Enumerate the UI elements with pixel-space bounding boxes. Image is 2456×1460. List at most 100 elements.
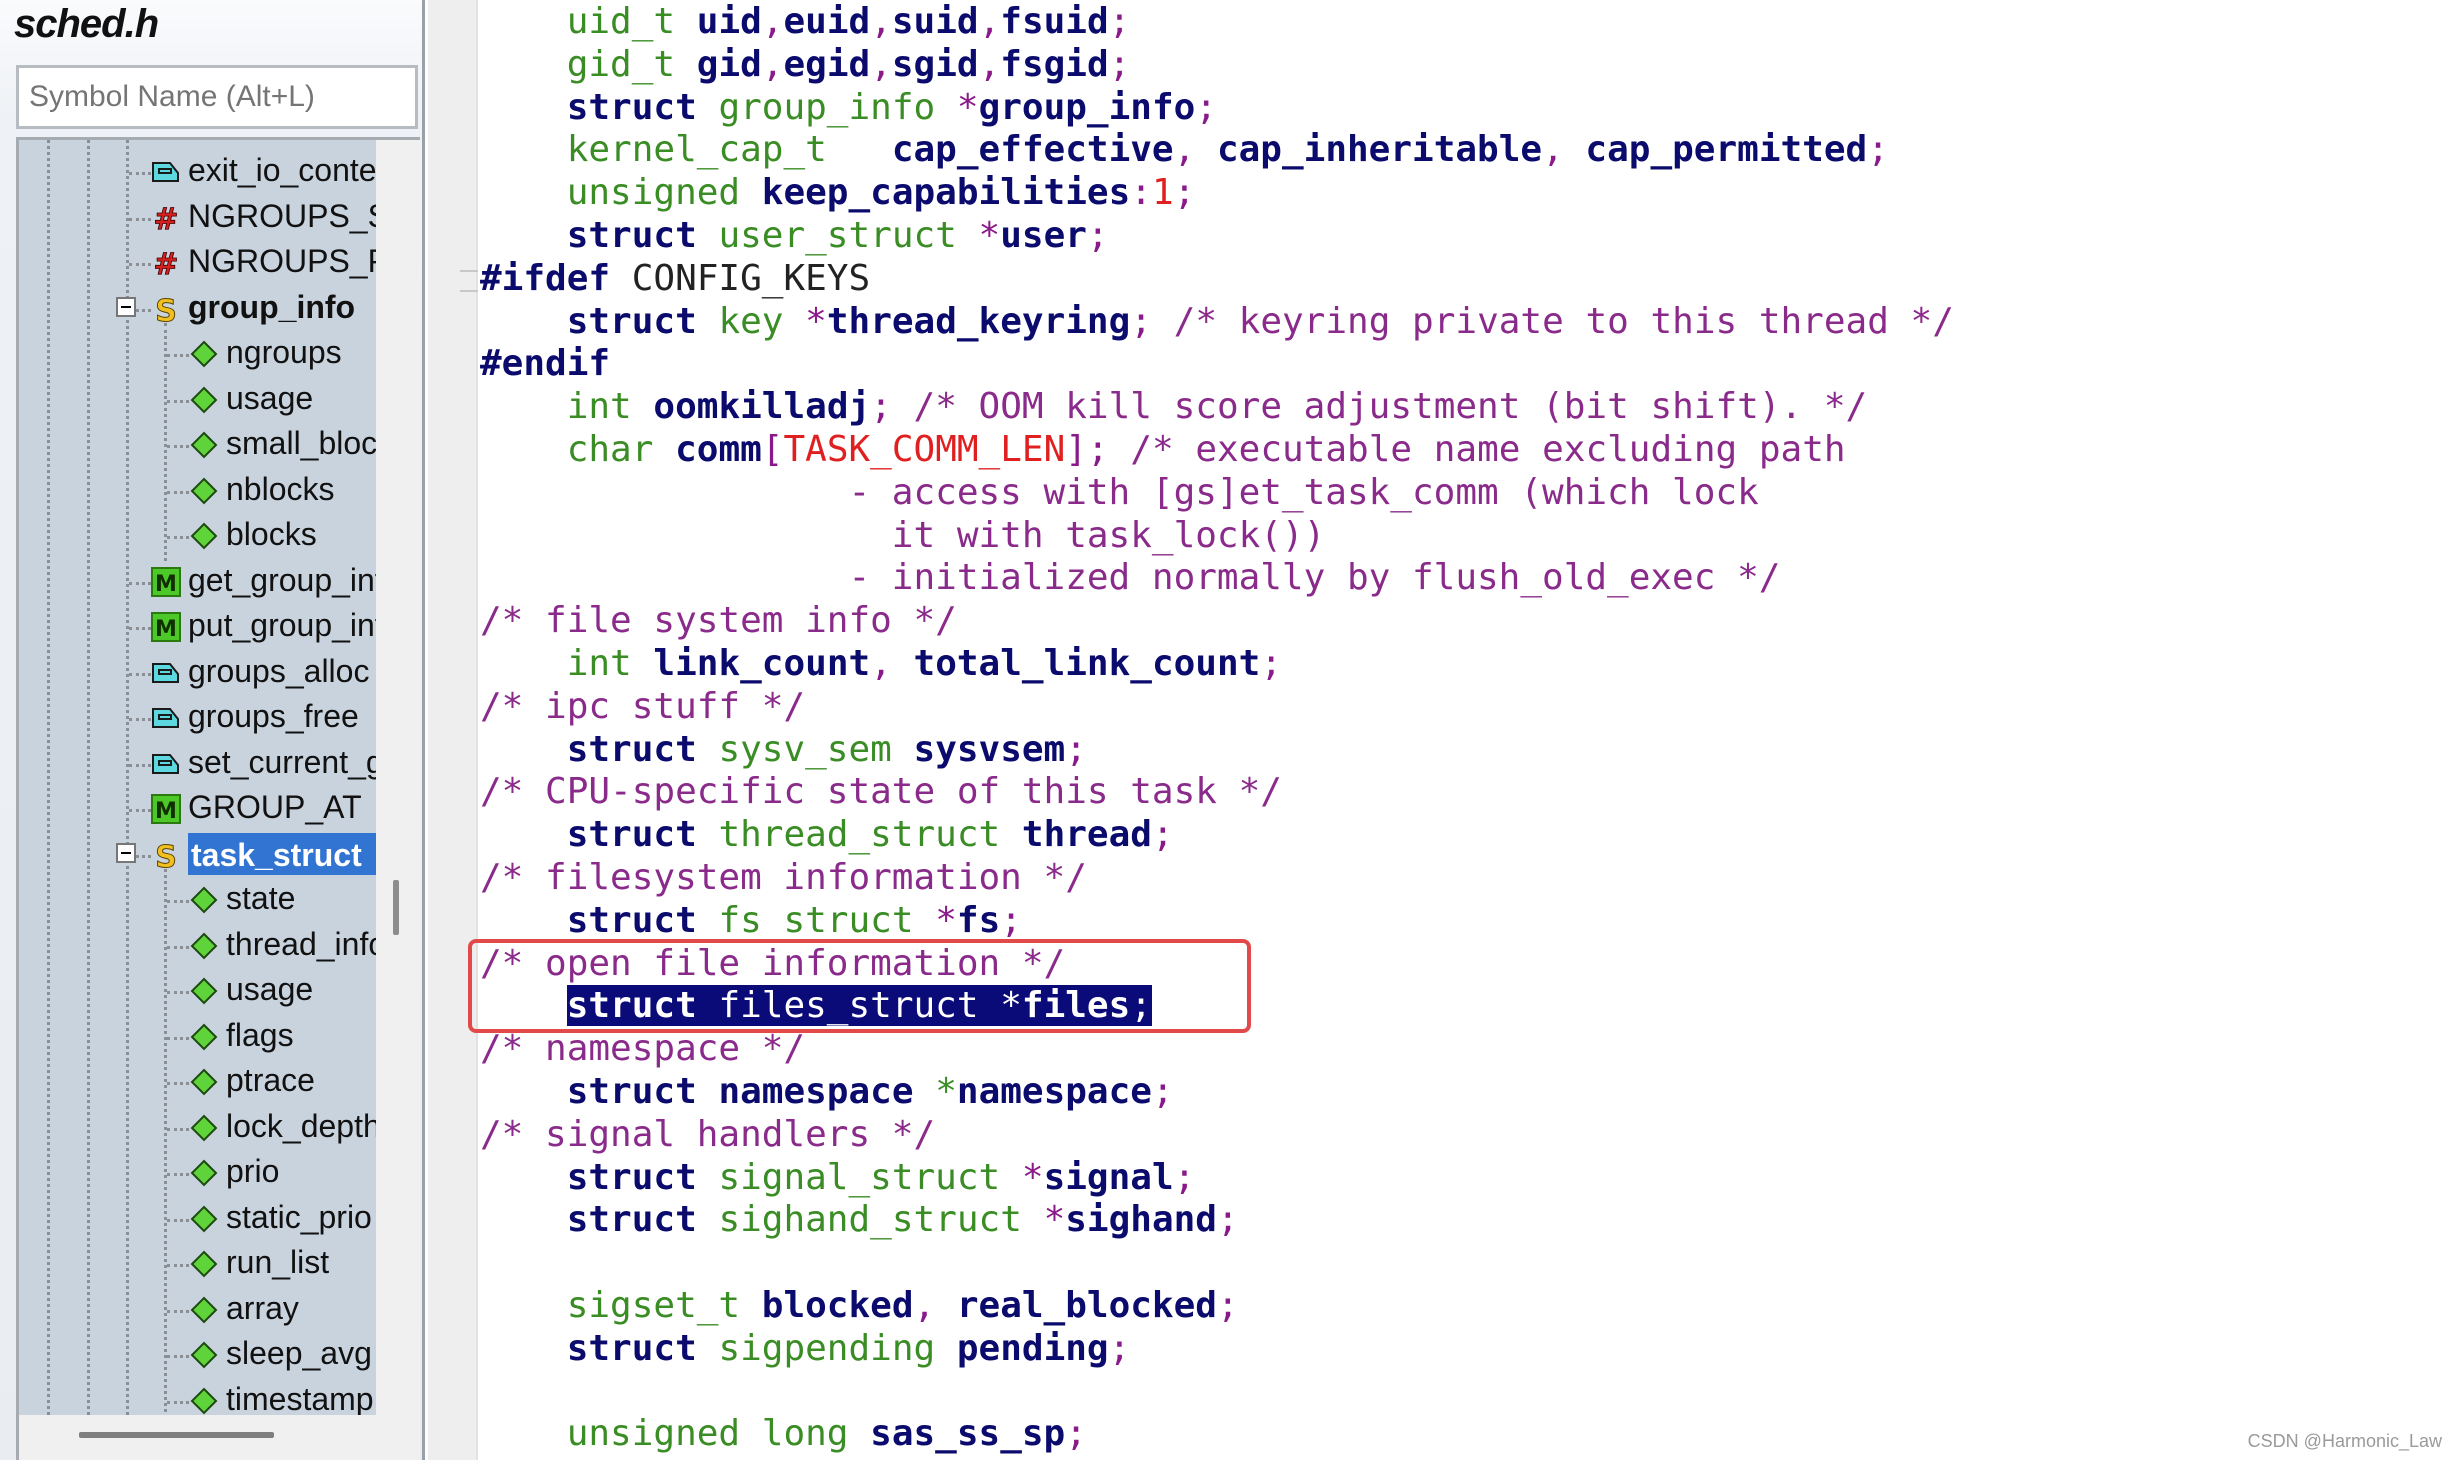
tree-item-task-struct[interactable]: Stask_struct	[19, 832, 376, 878]
tree-item-timestamp[interactable]: timestamp	[19, 1379, 376, 1416]
code-line[interactable]: struct namespace *namespace;	[480, 1070, 1174, 1113]
code-line[interactable]: unsigned keep_capabilities:1;	[480, 171, 1196, 214]
tree-item-ngroups[interactable]: ngroups	[19, 332, 376, 377]
tree-vertical-scrollbar[interactable]	[393, 880, 399, 935]
tree-item-nblocks[interactable]: nblocks	[19, 469, 376, 514]
code-token: ;	[1195, 86, 1217, 128]
tree-item-blocks[interactable]: blocks	[19, 514, 376, 559]
code-line[interactable]: int oomkilladj; /* OOM kill score adjust…	[480, 385, 1867, 428]
tree-item-label: timestamp	[226, 1380, 374, 1416]
tree-connector	[167, 1173, 189, 1176]
tree-item-lock-depth[interactable]: lock_depth	[19, 1106, 376, 1151]
code-line[interactable]: struct group_info *group_info;	[480, 86, 1217, 129]
code-line[interactable]: unsigned long sas_ss_sp;	[480, 1412, 1087, 1455]
tree-connector	[129, 809, 151, 812]
code-line[interactable]: char comm[TASK_COMM_LEN]; /* executable …	[480, 428, 1846, 471]
code-line[interactable]: /* namespace */	[480, 1027, 805, 1070]
code-line[interactable]: /* CPU-specific state of this task */	[480, 770, 1282, 813]
tree-item-groups-free[interactable]: groups_free	[19, 696, 376, 741]
tree-item-groups-alloc[interactable]: groups_alloc	[19, 651, 376, 696]
tree-item-ptrace[interactable]: ptrace	[19, 1060, 376, 1105]
tree-item-label: state	[226, 880, 296, 916]
code-token: ;	[1108, 43, 1131, 85]
tree-horizontal-scrollbar[interactable]	[79, 1432, 274, 1438]
code-line[interactable]: struct sighand_struct *sighand;	[480, 1198, 1239, 1241]
code-line[interactable]: /* signal handlers */	[480, 1113, 935, 1156]
symbol-window-panel: sched.h exit_io_context # NGROUPS_SMALL # NG…	[0, 0, 425, 1460]
code-token: ;	[1108, 1, 1131, 42]
code-line[interactable]: uid_t uid,euid,suid,fsuid;	[480, 0, 1131, 43]
code-token: ,	[870, 643, 914, 684]
tree-connector	[167, 900, 189, 903]
tree-item-array[interactable]: array	[19, 1288, 376, 1333]
code-line[interactable]: #ifdef CONFIG_KEYS	[480, 257, 870, 300]
tree-item-thread-info[interactable]: thread_info	[19, 924, 376, 969]
code-token: sigpending	[718, 1327, 936, 1369]
symbol-search-input[interactable]	[16, 65, 418, 129]
collapse-toggle-icon[interactable]	[116, 842, 136, 863]
code-line[interactable]: - initialized normally by flush_old_exec…	[480, 556, 1780, 599]
code-token: it with task_lock())	[480, 514, 1326, 556]
code-line[interactable]: struct sysv_sem sysvsem;	[480, 728, 1087, 771]
code-token: ;	[1260, 643, 1282, 684]
tree-item-prio[interactable]: prio	[19, 1151, 376, 1196]
code-line[interactable]: sigset_t blocked, real_blocked;	[480, 1284, 1239, 1327]
code-line[interactable]: struct fs_struct *fs;	[480, 899, 1022, 942]
code-line[interactable]: struct sigpending pending;	[480, 1327, 1131, 1370]
code-line[interactable]: struct files_struct *files;	[480, 984, 1152, 1027]
tree-item-group-info[interactable]: Sgroup_info	[19, 287, 376, 332]
code-token: euid	[783, 1, 871, 42]
symbol-tree[interactable]: exit_io_context # NGROUPS_SMALL # NGROUPS_PE…	[19, 140, 376, 1415]
code-token: *	[1000, 985, 1022, 1027]
code-line[interactable]: struct key *thread_keyring; /* keyring p…	[480, 300, 1954, 343]
tree-item-small-block[interactable]: small_block	[19, 423, 376, 468]
tree-item-label: sleep_avg	[226, 1335, 372, 1371]
member-icon	[189, 931, 219, 961]
code-line[interactable]: kernel_cap_t cap_effective, cap_inherita…	[480, 128, 1889, 171]
svg-text:S: S	[155, 840, 177, 870]
code-line[interactable]: struct thread_struct thread;	[480, 813, 1174, 856]
code-line[interactable]: struct signal_struct *signal;	[480, 1156, 1196, 1199]
tree-item-usage[interactable]: usage	[19, 378, 376, 423]
tree-item-put-group-info[interactable]: Mput_group_info	[19, 605, 376, 650]
tree-item-set-current-groups[interactable]: set_current_groups	[19, 742, 376, 787]
tree-item-get-group-info[interactable]: Mget_group_info	[19, 560, 376, 605]
tree-item-state[interactable]: state	[19, 878, 376, 923]
code-token: struct	[566, 985, 697, 1027]
code-line[interactable]: gid_t gid,egid,sgid,fsgid;	[480, 43, 1131, 86]
code-line[interactable]: - access with [gs]et_task_comm (which lo…	[480, 471, 1758, 514]
tree-item-label: set_current_groups	[188, 743, 376, 780]
tree-item-exit-io-context[interactable]: exit_io_context	[19, 150, 376, 195]
code-line[interactable]: /* open file information */	[480, 942, 1065, 985]
code-line[interactable]: #endif	[480, 342, 610, 385]
code-line[interactable]: it with task_lock())	[480, 514, 1325, 557]
tree-item-usage[interactable]: usage	[19, 969, 376, 1014]
code-line[interactable]: /* file system info */	[480, 599, 957, 642]
tree-item-sleep-avg[interactable]: sleep_avg	[19, 1333, 376, 1378]
tree-item-ngroups-per-block[interactable]: # NGROUPS_PER_BLOCK	[19, 241, 376, 286]
code-line[interactable]: /* filesystem information */	[480, 856, 1087, 899]
tree-item-run-list[interactable]: run_list	[19, 1242, 376, 1287]
tree-item-ngroups-small[interactable]: # NGROUPS_SMALL	[19, 196, 376, 241]
tree-item-group-at[interactable]: M GROUP_AT	[19, 787, 376, 832]
macro-function-icon: M	[151, 612, 181, 642]
code-token: :	[1130, 172, 1152, 214]
code-line[interactable]: struct user_struct *user;	[480, 214, 1109, 257]
code-line[interactable]: /* ipc stuff */	[480, 685, 805, 728]
code-token: struct	[566, 86, 697, 128]
collapse-toggle-icon[interactable]	[116, 296, 136, 317]
code-line[interactable]: int link_count, total_link_count;	[480, 642, 1282, 685]
tree-item-flags[interactable]: flags	[19, 1015, 376, 1060]
code-token: *	[1021, 1156, 1044, 1198]
tree-item-static-prio[interactable]: static_prio	[19, 1197, 376, 1242]
tree-item-label: NGROUPS_PER_BLOCK	[188, 243, 376, 279]
